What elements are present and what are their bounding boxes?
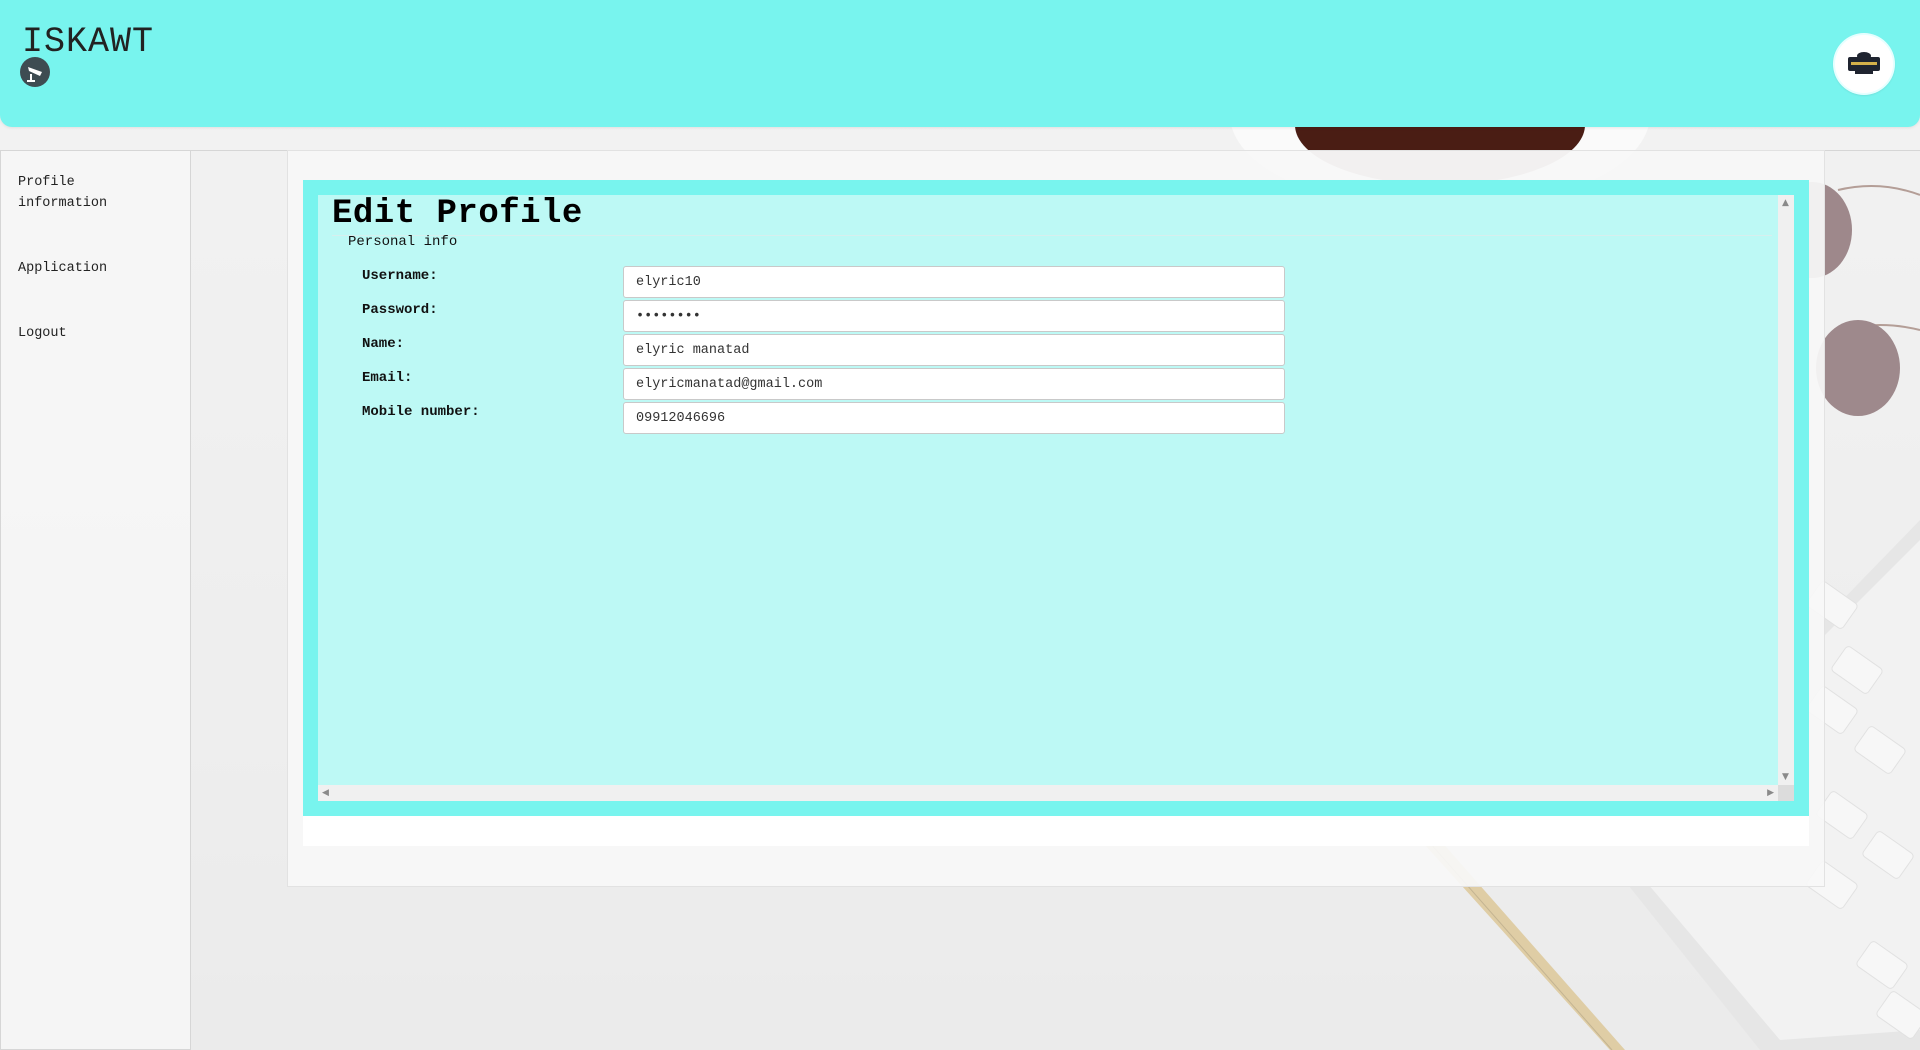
- user-avatar[interactable]: [1835, 35, 1893, 93]
- sidebar-item-application[interactable]: Application: [18, 258, 168, 279]
- name-input[interactable]: [623, 334, 1285, 366]
- cctv-camera-icon: [20, 57, 50, 87]
- scrollbar-corner: [1778, 785, 1794, 801]
- email-input[interactable]: [623, 368, 1285, 400]
- mobile-number-label: Mobile number:: [362, 404, 480, 420]
- scroll-down-icon[interactable]: ▼: [1782, 772, 1789, 782]
- scroll-right-icon[interactable]: ▶: [1767, 788, 1774, 798]
- password-input[interactable]: [623, 300, 1285, 332]
- sidebar: Profile information Application Logout: [0, 150, 191, 1050]
- name-label: Name:: [362, 336, 405, 352]
- brand-title: ISKAWT: [22, 22, 155, 62]
- username-label: Username:: [362, 268, 438, 284]
- edit-profile-frame[interactable]: Edit Profile Personal info Username: Pas…: [318, 195, 1794, 801]
- scroll-left-icon[interactable]: ◀: [322, 788, 329, 798]
- title-divider: [332, 235, 1772, 236]
- top-header: ISKAWT: [0, 0, 1920, 127]
- page-title: Edit Profile: [332, 195, 583, 233]
- section-legend: Personal info: [348, 234, 458, 250]
- avatar-logo-icon: [1848, 52, 1880, 74]
- sidebar-item-logout[interactable]: Logout: [18, 323, 168, 344]
- password-label: Password:: [362, 302, 438, 318]
- panel-footer-strip: [303, 816, 1809, 846]
- username-input[interactable]: [623, 266, 1285, 298]
- email-label: Email:: [362, 370, 413, 386]
- horizontal-scrollbar[interactable]: ◀ ▶: [318, 785, 1778, 801]
- scroll-up-icon[interactable]: ▲: [1782, 198, 1789, 208]
- sidebar-item-profile-information[interactable]: Profile information: [18, 172, 168, 214]
- vertical-scrollbar[interactable]: ▲ ▼: [1778, 195, 1794, 785]
- mobile-number-input[interactable]: [623, 402, 1285, 434]
